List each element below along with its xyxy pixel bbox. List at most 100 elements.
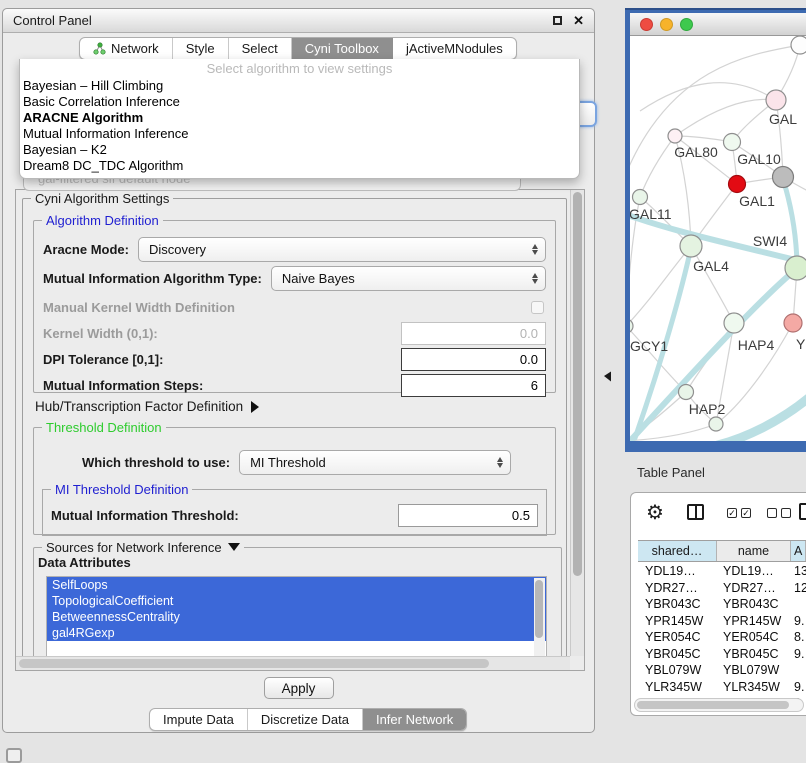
tab-infer-network[interactable]: Infer Network [363, 709, 466, 730]
table-row[interactable]: YDL19…YDL19…13 [638, 563, 806, 580]
minimized-panel-icon[interactable] [6, 748, 22, 763]
table-panel: ⚙ ✓ ✓ shared… name A YDL19…YDL19…13 YDR2… [630, 492, 806, 716]
table-row[interactable]: YPR145WYPR145W9. [638, 613, 806, 630]
node-label: GAL10 [737, 151, 781, 167]
algorithm-option[interactable]: Basic Correlation Inference [20, 94, 579, 110]
table-body: YDL19…YDL19…13 YDR27…YDR27…12 YBR043CYBR… [638, 563, 806, 715]
table-row[interactable]: YDR27…YDR27…12 [638, 580, 806, 597]
tab-jactivemnodules[interactable]: jActiveMNodules [393, 38, 516, 59]
toolbar-icon-partial[interactable] [799, 503, 806, 520]
which-threshold-combo[interactable]: MI Threshold [239, 450, 511, 475]
zoom-window-icon[interactable] [680, 18, 693, 31]
network-canvas[interactable]: GAL GAL80 GAL10 GAL1 GAL11 SWI4 GAL4 GCY… [630, 36, 806, 441]
node-label: HAP4 [738, 337, 775, 353]
manual-kernel-width-checkbox[interactable] [531, 301, 544, 314]
attribute-item-selected[interactable]: TopologicalCoefficient [47, 593, 546, 609]
attribute-item-selected[interactable]: gal4RGexp [47, 625, 546, 641]
network-window-titlebar[interactable] [630, 13, 806, 36]
mi-algorithm-type-value: Naive Bayes [282, 271, 355, 286]
attribute-item-selected[interactable]: SelfLoops [47, 577, 546, 593]
tab-network[interactable]: Network [80, 38, 173, 59]
mi-threshold-field[interactable]: 0.5 [398, 504, 538, 527]
attribute-item-selected[interactable]: BetweennessCentrality [47, 609, 546, 625]
node-gray[interactable] [773, 167, 794, 188]
select-all-columns-icon[interactable]: ✓ ✓ [727, 508, 751, 518]
hub-tf-definition-toggle[interactable]: Hub/Transcription Factor Definition [35, 399, 259, 414]
combo-stepper-icon [525, 244, 545, 255]
hub-tf-definition-label: Hub/Transcription Factor Definition [35, 399, 243, 414]
mouse-cursor [603, 371, 612, 382]
node-gcy1[interactable] [630, 319, 633, 333]
mi-steps-field[interactable]: 6 [401, 374, 546, 397]
which-threshold-value: MI Threshold [250, 455, 326, 470]
table-row[interactable]: YBL079WYBL079W [638, 662, 806, 679]
cyni-algorithm-settings-title: Cyni Algorithm Settings [31, 191, 173, 206]
tab-cyni-toolbox[interactable]: Cyni Toolbox [292, 38, 393, 59]
node-gal80[interactable] [668, 129, 682, 143]
column-header-name[interactable]: name [717, 541, 791, 561]
checked-box-icon: ✓ [741, 508, 751, 518]
node-gal11[interactable] [633, 190, 648, 205]
node[interactable] [791, 36, 806, 54]
table-row[interactable]: YBR045CYBR045C9. [638, 646, 806, 663]
dpi-tolerance-field[interactable]: 0.0 [401, 348, 546, 371]
algorithm-definition-title: Algorithm Definition [42, 213, 163, 228]
split-columns-icon[interactable] [687, 504, 704, 520]
algorithm-option[interactable]: Bayesian – K2 [20, 142, 579, 158]
node-gal1[interactable] [729, 176, 746, 193]
minimize-window-icon[interactable] [660, 18, 673, 31]
table-row[interactable]: YER054CYER054C8. [638, 629, 806, 646]
apply-button[interactable]: Apply [264, 677, 334, 699]
column-header-partial[interactable]: A [791, 541, 806, 561]
gear-icon[interactable]: ⚙ [646, 500, 664, 525]
algorithm-definition-group: Algorithm Definition Aracne Mode: Discov… [33, 220, 556, 393]
algorithm-option-selected[interactable]: ARACNE Algorithm [20, 110, 579, 126]
sources-group: Sources for Network Inference Data Attri… [33, 547, 562, 671]
algorithm-option[interactable]: Mutual Information Inference [20, 126, 579, 142]
mi-algorithm-type-combo[interactable]: Naive Bayes [271, 266, 546, 291]
node-gal4[interactable] [680, 235, 702, 257]
kernel-width-field[interactable]: 0.0 [401, 322, 546, 345]
tab-impute-data[interactable]: Impute Data [150, 709, 248, 730]
settings-vertical-scrollbar[interactable] [570, 190, 584, 656]
node-gal2[interactable] [766, 90, 786, 110]
aracne-mode-combo[interactable]: Discovery [138, 237, 546, 262]
deselect-all-columns-icon[interactable] [767, 508, 791, 518]
table-horizontal-scrollbar[interactable] [634, 698, 804, 712]
node-hap2[interactable] [679, 385, 694, 400]
column-header-shared-name[interactable]: shared… [638, 541, 717, 561]
settings-horizontal-scrollbar[interactable] [16, 656, 570, 670]
tab-discretize-data[interactable]: Discretize Data [248, 709, 363, 730]
node-gal10[interactable] [724, 134, 741, 151]
node-label: SWI4 [753, 233, 787, 249]
node[interactable] [709, 417, 723, 431]
algorithm-popup-prompt: Select algorithm to view settings [20, 59, 579, 78]
network-view-window: GAL GAL80 GAL10 GAL1 GAL11 SWI4 GAL4 GCY… [625, 8, 806, 452]
node-label: GAL1 [739, 193, 775, 209]
unchecked-box-icon [767, 508, 777, 518]
table-row[interactable]: YLR345WYLR345W9. [638, 679, 806, 696]
algorithm-option[interactable]: Dream8 DC_TDC Algorithm [20, 158, 579, 174]
node-label: Y [796, 336, 806, 352]
desktop: { "control_panel": { "title": "Control P… [0, 0, 806, 762]
tab-style[interactable]: Style [173, 38, 229, 59]
cyni-algorithm-settings-group: Cyni Algorithm Settings Algorithm Defini… [22, 198, 567, 664]
dpi-tolerance-label: DPI Tolerance [0,1]: [43, 352, 163, 367]
manual-kernel-width-label: Manual Kernel Width Definition [43, 300, 235, 315]
float-panel-icon[interactable] [553, 16, 562, 25]
network-icon [93, 42, 106, 55]
node-label: GAL4 [693, 258, 729, 274]
node-salmon[interactable] [784, 314, 802, 332]
table-panel-title: Table Panel [637, 465, 705, 480]
threshold-definition-group: Threshold Definition Which threshold to … [33, 427, 556, 535]
close-panel-icon[interactable]: ✕ [573, 16, 584, 26]
table-row[interactable]: YBR043CYBR043C [638, 596, 806, 613]
close-window-icon[interactable] [640, 18, 653, 31]
algorithm-option[interactable]: Bayesian – Hill Climbing [20, 78, 579, 94]
tab-select[interactable]: Select [229, 38, 292, 59]
sources-title[interactable]: Sources for Network Inference [42, 540, 244, 555]
node-label: GCY1 [630, 338, 668, 354]
settings-scrollpane: Cyni Algorithm Settings Algorithm Defini… [15, 189, 585, 671]
node-swi4[interactable] [785, 256, 806, 280]
node-hap4[interactable] [724, 313, 744, 333]
